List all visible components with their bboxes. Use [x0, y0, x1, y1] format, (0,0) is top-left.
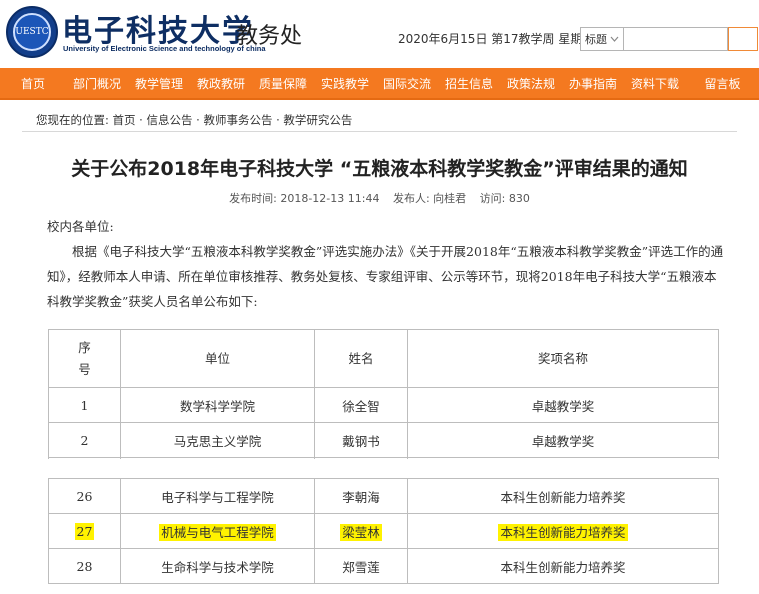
cell-seq: 2 [48, 422, 121, 458]
nav-item-practice-teaching[interactable]: 实践教学 [314, 67, 376, 99]
cell-unit: 机械与电气工程学院 [120, 513, 315, 549]
cell-name: 戴钢书 [314, 422, 408, 458]
cell-name: 梁莹林 [314, 513, 408, 549]
department-name: 教务处 [236, 24, 303, 49]
screenshot-gap [0, 459, 759, 479]
table-row: 26 电子科学与工程学院 李朝海 本科生创新能力培养奖 [48, 478, 719, 514]
nav-item-home[interactable]: 首页 [0, 67, 66, 99]
cell-seq: 26 [48, 478, 121, 514]
header-award: 奖项名称 [407, 329, 719, 388]
awards-table-bottom: 26 电子科学与工程学院 李朝海 本科生创新能力培养奖 27 机械与电气工程学院… [48, 478, 719, 584]
chevron-down-icon [610, 36, 619, 42]
article-paragraph: 根据《电子科技大学“五粮液本科教学奖教金”评选实施办法》《关于开展2018年“五… [47, 244, 724, 309]
cell-name: 李朝海 [314, 478, 408, 514]
awards-table-top: 序号 单位 姓名 奖项名称 1 数学科学学院 徐全智 卓越教学奖 2 马克思主义… [48, 329, 719, 464]
seal-text: UESTC [15, 27, 49, 37]
cell-award: 本科生创新能力培养奖 [407, 548, 719, 584]
table-row-highlighted: 27 机械与电气工程学院 梁莹林 本科生创新能力培养奖 [48, 513, 719, 549]
nav-item-downloads[interactable]: 资料下载 [624, 67, 686, 99]
cell-award: 卓越教学奖 [407, 387, 719, 423]
nav-item-teaching-management[interactable]: 教学管理 [128, 67, 190, 99]
nav-item-international[interactable]: 国际交流 [376, 67, 438, 99]
nav-item-guide[interactable]: 办事指南 [562, 67, 624, 99]
cell-award: 本科生创新能力培养奖 [407, 513, 719, 549]
table-header-row: 序号 单位 姓名 奖项名称 [48, 329, 719, 388]
nav-item-about[interactable]: 部门概况 [66, 67, 128, 99]
nav-item-message-board[interactable]: 留言板 [686, 67, 759, 99]
nav-item-teaching-research[interactable]: 教政教研 [190, 67, 252, 99]
cell-award: 本科生创新能力培养奖 [407, 478, 719, 514]
cell-seq: 1 [48, 387, 121, 423]
highlight-seq: 27 [74, 522, 95, 540]
search-select-value: 标题 [585, 33, 607, 46]
breadcrumb[interactable]: 您现在的位置: 首页 · 信息公告 · 教师事务公告 · 教学研究公告 [36, 112, 352, 128]
date-info: 2020年6月15日 第17教学周 星期一 [398, 32, 595, 46]
cell-unit: 电子科学与工程学院 [120, 478, 315, 514]
publisher: 发布人: 向桂君 [392, 192, 467, 205]
university-seal-logo[interactable]: UESTC [6, 6, 58, 58]
cell-unit: 生命科学与技术学院 [120, 548, 315, 584]
header-unit: 单位 [120, 329, 315, 388]
table-row: 1 数学科学学院 徐全智 卓越教学奖 [48, 387, 719, 423]
cell-unit: 马克思主义学院 [120, 422, 315, 458]
seal-inner: UESTC [13, 13, 51, 51]
nav-item-admissions[interactable]: 招生信息 [438, 67, 500, 99]
header-seq: 序号 [48, 329, 121, 388]
search-input[interactable] [624, 27, 728, 51]
search-button[interactable] [728, 27, 758, 51]
publish-time: 发布时间: 2018-12-13 11:44 [229, 192, 380, 205]
main-nav: 首页 部门概况 教学管理 教政教研 质量保障 实践教学 国际交流 招生信息 政策… [0, 68, 759, 100]
cell-unit: 数学科学学院 [120, 387, 315, 423]
highlight-unit: 机械与电气工程学院 [159, 523, 276, 541]
table-row: 2 马克思主义学院 戴钢书 卓越教学奖 [48, 422, 719, 458]
table-row: 28 生命科学与技术学院 郑雪莲 本科生创新能力培养奖 [48, 548, 719, 584]
highlight-name: 梁莹林 [340, 523, 382, 541]
article-meta: 发布时间: 2018-12-13 11:44 发布人: 向桂君 访问: 830 [22, 190, 737, 206]
divider [22, 131, 737, 132]
cell-award: 卓越教学奖 [407, 422, 719, 458]
article-body: 校内各单位: 根据《电子科技大学“五粮液本科教学奖教金”评选实施办法》《关于开展… [47, 214, 727, 314]
cell-name: 郑雪莲 [314, 548, 408, 584]
salutation: 校内各单位: [47, 219, 114, 234]
nav-item-policies[interactable]: 政策法规 [500, 67, 562, 99]
nav-item-quality-assurance[interactable]: 质量保障 [252, 67, 314, 99]
cell-seq: 28 [48, 548, 121, 584]
header-name: 姓名 [314, 329, 408, 388]
highlight-award: 本科生创新能力培养奖 [498, 523, 628, 541]
header: UESTC 电子科技大学 University of Electronic Sc… [0, 0, 759, 68]
cell-seq: 27 [48, 513, 121, 549]
visit-count: 访问: 830 [479, 192, 530, 205]
search-type-select[interactable]: 标题 [580, 27, 624, 51]
cell-name: 徐全智 [314, 387, 408, 423]
article-title: 关于公布2018年电子科技大学 “五粮液本科教学奖教金”评审结果的通知 [71, 158, 688, 180]
